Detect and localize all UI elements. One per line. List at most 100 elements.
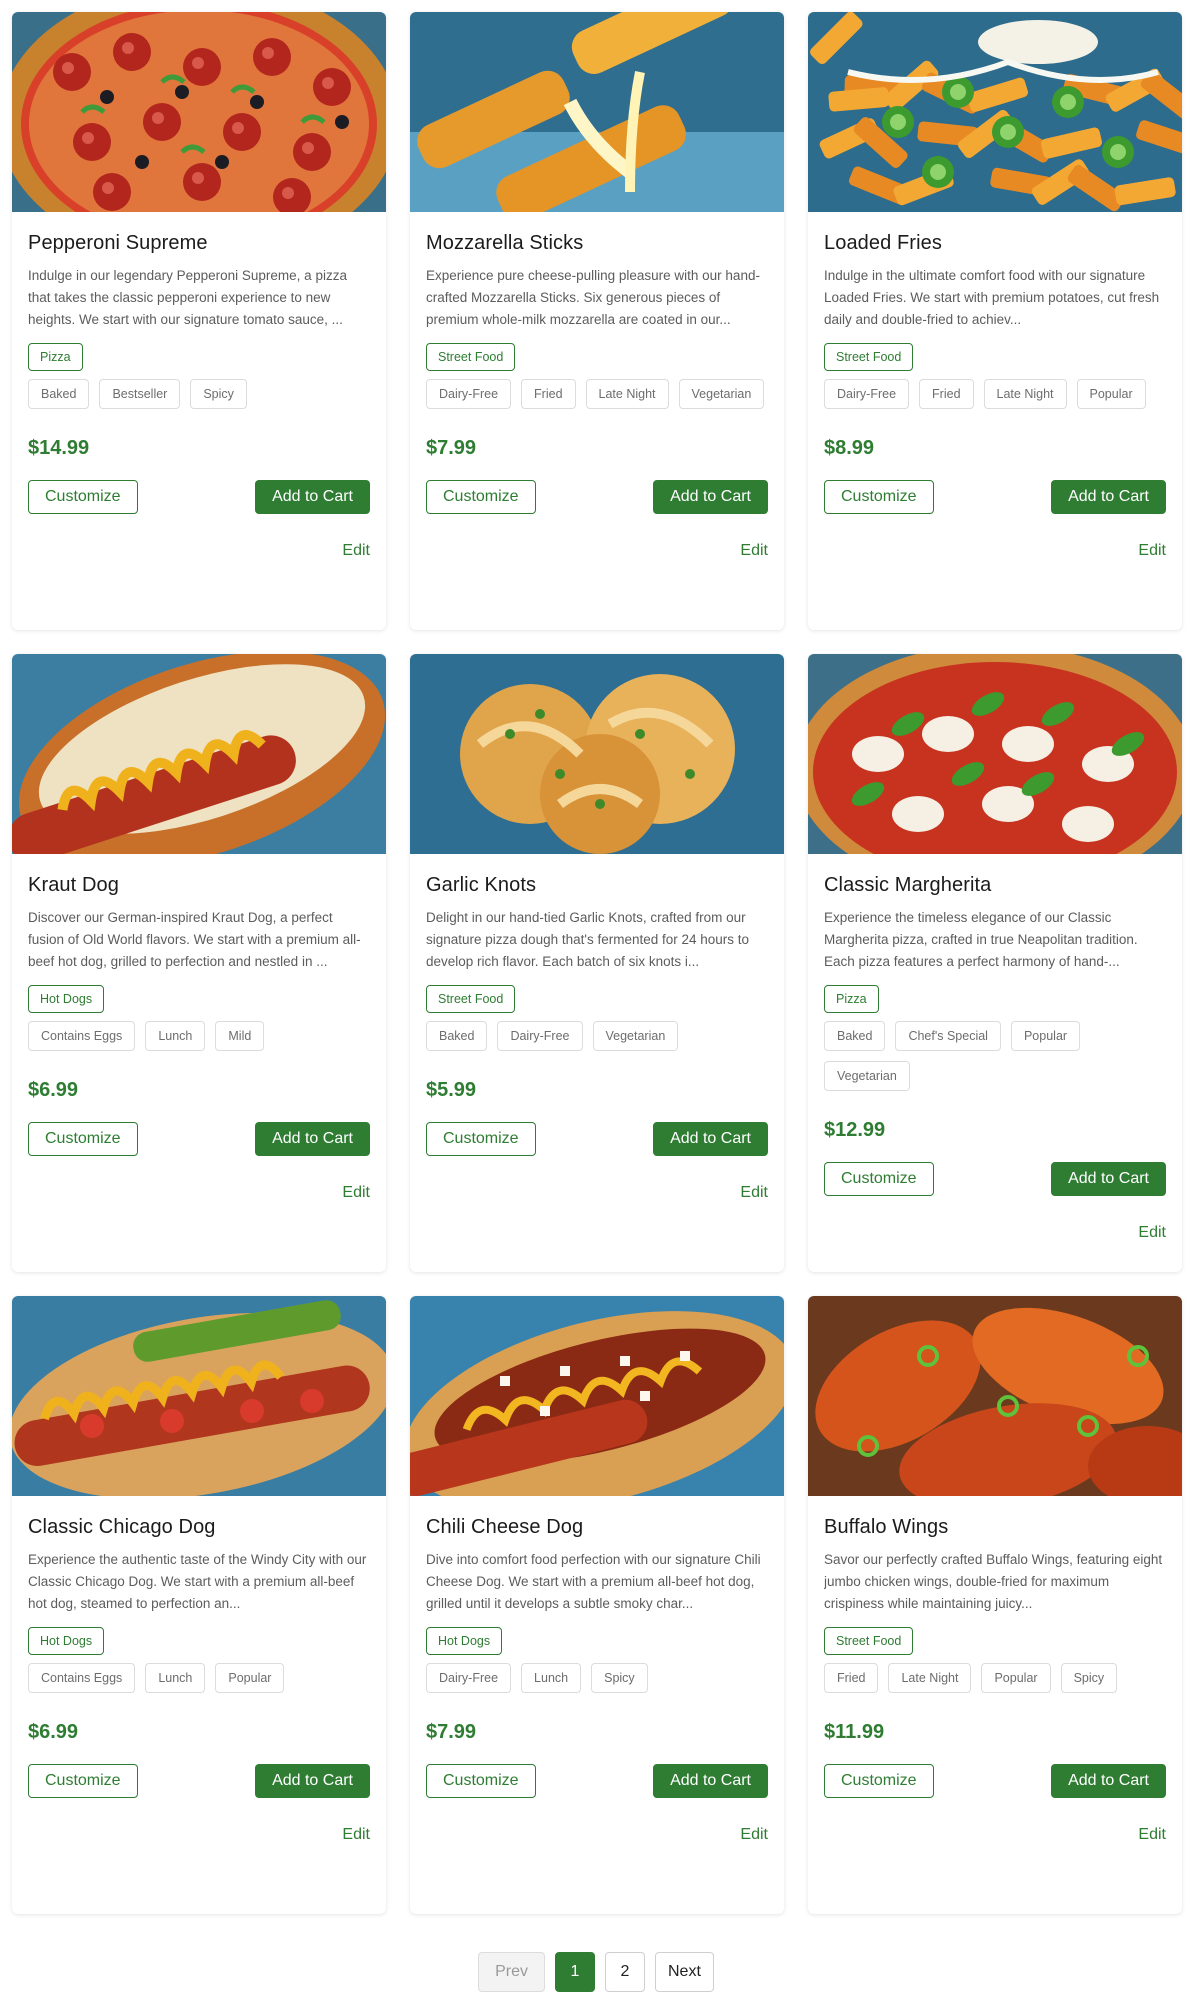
tag-chip: Lunch: [145, 1663, 206, 1693]
add-to-cart-button[interactable]: Add to Cart: [255, 1122, 370, 1156]
product-description: Dive into comfort food perfection with o…: [426, 1552, 761, 1611]
edit-link[interactable]: Edit: [740, 542, 768, 559]
customize-button[interactable]: Customize: [28, 1764, 138, 1798]
tag-chip: Vegetarian: [592, 1021, 679, 1051]
edit-link[interactable]: Edit: [1138, 1224, 1166, 1241]
page-button-1[interactable]: 1: [555, 1952, 595, 1992]
tag-chip: Dairy-Free: [824, 379, 910, 409]
tag-chip: Contains Eggs: [28, 1663, 136, 1693]
product-name: Classic Chicago Dog: [28, 1516, 216, 1538]
product-description: Savor our perfectly crafted Buffalo Wing…: [824, 1552, 1163, 1611]
category-badge: Street Food: [824, 1627, 914, 1655]
product-name: Chili Cheese Dog: [426, 1516, 584, 1538]
edit-link[interactable]: Edit: [1138, 1826, 1166, 1843]
card-actions: Customize Add to Cart: [28, 1122, 370, 1156]
category-badge: Hot Dogs: [28, 1627, 105, 1655]
add-to-cart-button[interactable]: Add to Cart: [1051, 1764, 1166, 1798]
product-name: Buffalo Wings: [824, 1516, 949, 1538]
edit-link[interactable]: Edit: [1138, 542, 1166, 559]
tag-chip: Chef's Special: [895, 1021, 1001, 1051]
card-actions: Customize Add to Cart: [426, 480, 768, 514]
customize-button[interactable]: Customize: [824, 1162, 934, 1196]
tag-list: Dairy-Free Lunch Spicy: [426, 1663, 770, 1693]
category-badge: Pizza: [824, 985, 879, 1013]
add-to-cart-button[interactable]: Add to Cart: [653, 480, 768, 514]
tag-chip: Fried: [919, 379, 974, 409]
tag-chip: Vegetarian: [824, 1061, 910, 1091]
next-page-button[interactable]: Next: [655, 1952, 714, 1992]
tag-chip: Fried: [521, 379, 576, 409]
tag-chip: Fried: [824, 1663, 879, 1693]
tag-chip: Late Night: [983, 379, 1067, 409]
card-actions: Customize Add to Cart: [426, 1764, 768, 1798]
product-price: $6.99: [28, 1079, 79, 1101]
category-badge: Hot Dogs: [28, 985, 105, 1013]
card-actions: Customize Add to Cart: [824, 1162, 1166, 1196]
card-actions: Customize Add to Cart: [28, 1764, 370, 1798]
product-card: Pepperoni Supreme Indulge in our legenda…: [12, 12, 386, 630]
edit-link[interactable]: Edit: [342, 542, 370, 559]
product-price: $14.99: [28, 437, 90, 459]
product-card: Mozzarella Sticks Experience pure cheese…: [410, 12, 784, 630]
tag-chip: Spicy: [190, 379, 247, 409]
product-description: Experience the timeless elegance of our …: [824, 910, 1138, 969]
product-name: Kraut Dog: [28, 874, 119, 896]
card-actions: Customize Add to Cart: [824, 480, 1166, 514]
edit-link[interactable]: Edit: [342, 1826, 370, 1843]
margherita-image: [808, 654, 1182, 854]
product-price: $7.99: [426, 1721, 477, 1743]
page-button-2[interactable]: 2: [605, 1952, 645, 1992]
product-price: $12.99: [824, 1119, 886, 1141]
tag-chip: Late Night: [585, 379, 669, 409]
product-description: Indulge in our legendary Pepperoni Supre…: [28, 268, 347, 327]
tag-chip: Dairy-Free: [426, 379, 512, 409]
tag-chip: Contains Eggs: [28, 1021, 136, 1051]
add-to-cart-button[interactable]: Add to Cart: [255, 480, 370, 514]
product-card: Garlic Knots Delight in our hand-tied Ga…: [410, 654, 784, 1272]
product-price: $6.99: [28, 1721, 79, 1743]
edit-link[interactable]: Edit: [740, 1184, 768, 1201]
card-actions: Customize Add to Cart: [824, 1764, 1166, 1798]
product-card: Classic Chicago Dog Experience the authe…: [12, 1296, 386, 1914]
product-price: $8.99: [824, 437, 875, 459]
customize-button[interactable]: Customize: [426, 1122, 536, 1156]
customize-button[interactable]: Customize: [824, 1764, 934, 1798]
add-to-cart-button[interactable]: Add to Cart: [255, 1764, 370, 1798]
prev-page-button[interactable]: Prev: [478, 1952, 545, 1992]
tag-chip: Popular: [981, 1663, 1051, 1693]
add-to-cart-button[interactable]: Add to Cart: [1051, 1162, 1166, 1196]
add-to-cart-button[interactable]: Add to Cart: [1051, 480, 1166, 514]
product-card: Chili Cheese Dog Dive into comfort food …: [410, 1296, 784, 1914]
chicago-dog-image: [12, 1296, 386, 1496]
category-badge: Street Food: [426, 985, 516, 1013]
product-description: Discover our German-inspired Kraut Dog, …: [28, 910, 361, 969]
customize-button[interactable]: Customize: [28, 1122, 138, 1156]
product-name: Classic Margherita: [824, 874, 992, 896]
add-to-cart-button[interactable]: Add to Cart: [653, 1764, 768, 1798]
garlic-knots-image: [410, 654, 784, 854]
product-description: Experience pure cheese-pulling pleasure …: [426, 268, 760, 327]
customize-button[interactable]: Customize: [28, 480, 138, 514]
tag-chip: Lunch: [521, 1663, 582, 1693]
customize-button[interactable]: Customize: [426, 1764, 536, 1798]
product-description: Experience the authentic taste of the Wi…: [28, 1552, 367, 1611]
product-card: Kraut Dog Discover our German-inspired K…: [12, 654, 386, 1272]
product-card: Classic Margherita Experience the timele…: [808, 654, 1182, 1272]
chili-cheese-dog-image: [410, 1296, 784, 1496]
category-badge: Pizza: [28, 343, 83, 371]
add-to-cart-button[interactable]: Add to Cart: [653, 1122, 768, 1156]
tag-chip: Dairy-Free: [497, 1021, 583, 1051]
tag-chip: Dairy-Free: [426, 1663, 512, 1693]
tag-chip: Popular: [1076, 379, 1146, 409]
product-description: Delight in our hand-tied Garlic Knots, c…: [426, 910, 750, 969]
tag-chip: Lunch: [145, 1021, 206, 1051]
edit-link[interactable]: Edit: [740, 1826, 768, 1843]
buffalo-wings-image: [808, 1296, 1182, 1496]
card-actions: Customize Add to Cart: [426, 1122, 768, 1156]
product-name: Mozzarella Sticks: [426, 232, 584, 254]
customize-button[interactable]: Customize: [426, 480, 536, 514]
tag-list: Baked Chef's Special Popular Vegetarian: [824, 1021, 1168, 1091]
edit-link[interactable]: Edit: [342, 1184, 370, 1201]
customize-button[interactable]: Customize: [824, 480, 934, 514]
tag-chip: Late Night: [888, 1663, 972, 1693]
